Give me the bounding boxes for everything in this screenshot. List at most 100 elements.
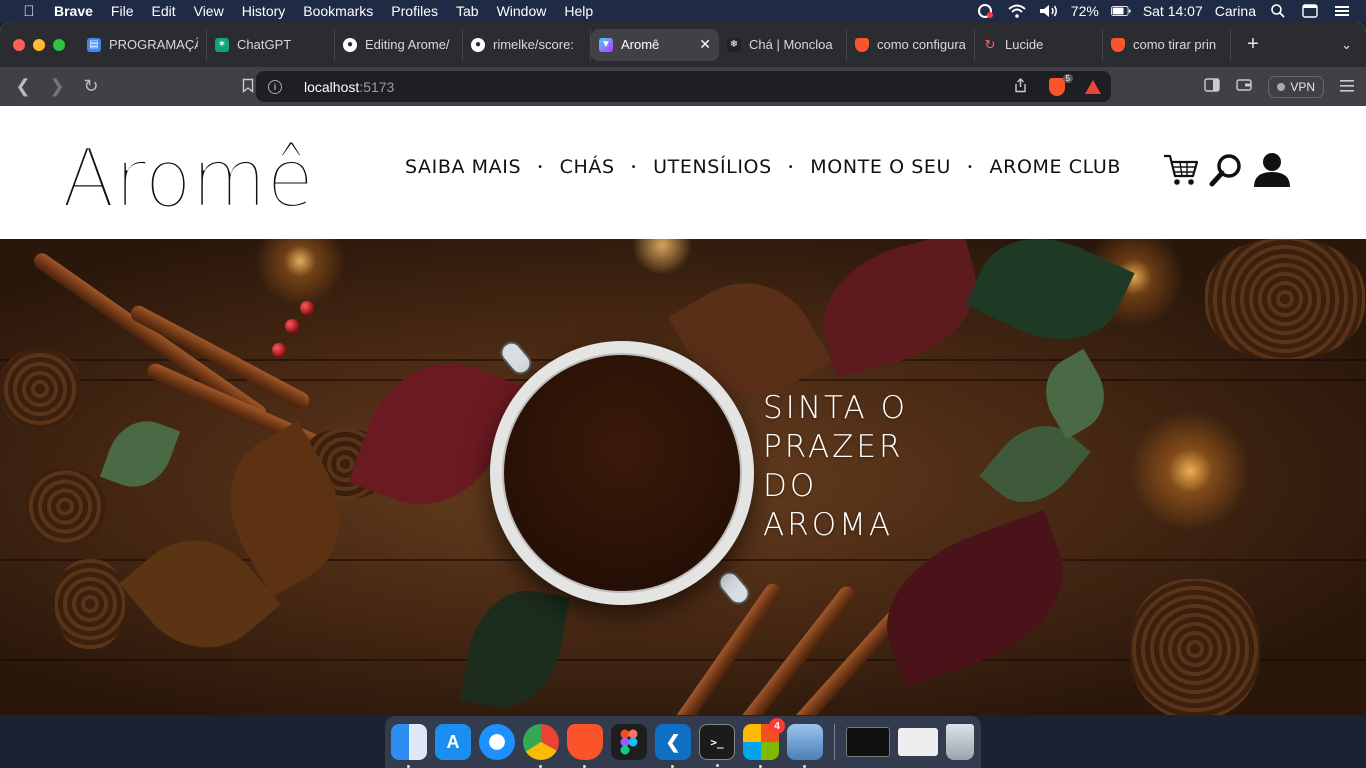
brave-icon[interactable]: [567, 724, 603, 768]
tab-title: Chá | Moncloa: [749, 37, 833, 52]
web-page: Aromê SAIBA MAIS • CHÁS • UTENSÍLIOS • M…: [0, 106, 1366, 715]
brave-rewards-icon[interactable]: [1085, 79, 1101, 94]
tab-editing-arome[interactable]: ● Editing Arome/: [335, 28, 463, 61]
tab-lucide[interactable]: ↻ Lucide: [975, 28, 1103, 61]
hero-line: DO: [763, 468, 818, 504]
share-icon[interactable]: [1014, 77, 1027, 96]
volume-icon[interactable]: [1039, 3, 1059, 19]
menu-view[interactable]: View: [194, 3, 224, 19]
finder-icon[interactable]: [391, 724, 427, 768]
menu-tab[interactable]: Tab: [456, 3, 479, 19]
chrome-icon[interactable]: [523, 724, 559, 768]
eucalyptus-leaf: [99, 410, 181, 498]
menu-app-name[interactable]: Brave: [54, 3, 93, 19]
tab-cha-moncloa[interactable]: ❄ Chá | Moncloa: [719, 28, 847, 61]
green-leaf: [965, 239, 1135, 364]
figma-icon[interactable]: [611, 724, 647, 760]
close-tab-icon[interactable]: ✕: [699, 36, 711, 53]
preview-icon[interactable]: [787, 724, 823, 768]
cup-handle: [496, 337, 536, 379]
sidebar-toggle-icon[interactable]: [1204, 78, 1221, 95]
user-account-icon[interactable]: [1253, 152, 1291, 188]
menu-file[interactable]: File: [111, 3, 134, 19]
nav-utensilios[interactable]: UTENSÍLIOS: [653, 156, 772, 178]
search-icon[interactable]: [1209, 153, 1243, 187]
trash-icon[interactable]: [946, 724, 974, 760]
close-window-button[interactable]: [13, 38, 25, 51]
github-icon: ●: [343, 37, 357, 52]
tab-title: PROGRAMAÇÃ: [109, 37, 198, 52]
menu-window[interactable]: Window: [497, 3, 547, 19]
tea-cup-image: [490, 341, 754, 605]
hero-banner: SINTA O PRAZER DO AROMA: [0, 239, 1366, 715]
site-info-icon[interactable]: i: [268, 79, 282, 94]
vscode-icon[interactable]: ❮: [655, 724, 691, 768]
maximize-window-button[interactable]: [53, 38, 65, 51]
url-host: localhost: [304, 78, 360, 95]
tab-como-tirar-print[interactable]: como tirar prin: [1103, 28, 1231, 61]
green-leaf: [460, 582, 570, 715]
berry: [300, 301, 314, 315]
nav-arome-club[interactable]: AROME CLUB: [990, 156, 1121, 178]
shopping-cart-icon[interactable]: [1163, 153, 1199, 187]
tab-chatgpt[interactable]: ✶ ChatGPT: [207, 28, 335, 61]
bookmark-icon[interactable]: [238, 78, 258, 96]
apple-icon[interactable]: : [18, 3, 40, 20]
macos-menu-bar:  Brave File Edit View History Bookmarks…: [0, 0, 1366, 22]
screenshot-window-icon[interactable]: [898, 728, 938, 756]
terminal-icon[interactable]: >_: [699, 724, 735, 767]
nav-monte-o-seu[interactable]: MONTE O SEU: [810, 156, 951, 178]
spotlight-search-icon[interactable]: [1268, 3, 1288, 19]
menubar-clock[interactable]: Sat 14:07: [1143, 3, 1203, 19]
nav-chas[interactable]: CHÁS: [560, 156, 615, 178]
address-bar[interactable]: i localhost:5173 5: [256, 71, 1111, 102]
tab-programacao[interactable]: ▤ PROGRAMAÇÃ: [79, 28, 207, 61]
forward-arrow-icon[interactable]: ❯: [40, 76, 74, 97]
app-store-icon[interactable]: A: [435, 724, 471, 760]
menubar-status-area: 72% Sat 14:07 Carina: [975, 0, 1366, 22]
tab-como-configura[interactable]: como configura: [847, 28, 975, 61]
hero-line: PRAZER: [763, 429, 904, 465]
tab-title: como configura: [877, 37, 966, 52]
macos-dock: A ❮ >_ 4: [385, 716, 981, 768]
minimize-window-button[interactable]: [33, 38, 45, 51]
creative-cloud-icon[interactable]: [975, 3, 995, 19]
control-center-icon[interactable]: [1332, 3, 1352, 19]
menu-icon[interactable]: [1340, 79, 1354, 95]
menu-history[interactable]: History: [242, 3, 286, 19]
logo-text: Aromê: [62, 136, 314, 212]
calendar-widget-icon[interactable]: [1300, 3, 1320, 19]
battery-icon[interactable]: [1110, 3, 1131, 19]
tea: [502, 353, 742, 593]
lucide-icon: ↻: [984, 36, 996, 52]
tab-rimelke-score[interactable]: ● rimelke/score:: [463, 28, 591, 61]
chevron-down-icon[interactable]: ⌄: [1341, 37, 1352, 53]
menu-profiles[interactable]: Profiles: [391, 3, 438, 19]
reload-icon[interactable]: ↻: [74, 76, 108, 97]
terminal-window-icon[interactable]: [846, 727, 890, 757]
pine-cone: [1130, 579, 1260, 715]
running-indicator: [716, 764, 719, 767]
vpn-button[interactable]: VPN: [1268, 75, 1324, 98]
tab-title: como tirar prin: [1133, 37, 1217, 52]
wifi-icon[interactable]: [1007, 3, 1027, 19]
menu-edit[interactable]: Edit: [151, 3, 175, 19]
dock-separator: [834, 724, 835, 760]
tab-strip: ▤ PROGRAMAÇÃ ✶ ChatGPT ● Editing Arome/ …: [0, 22, 1366, 67]
nav-saiba-mais[interactable]: SAIBA MAIS: [405, 156, 521, 178]
tab-arome-active[interactable]: ▼ Aromê ✕: [591, 28, 719, 61]
menu-bookmarks[interactable]: Bookmarks: [303, 3, 373, 19]
microsoft-office-icon[interactable]: 4: [743, 718, 785, 768]
arome-logo[interactable]: Aromê: [62, 136, 318, 212]
menu-help[interactable]: Help: [564, 3, 593, 19]
wallet-icon[interactable]: [1236, 78, 1253, 95]
safari-icon[interactable]: [479, 724, 515, 760]
browser-toolbar: ❮ ❯ ↻ i localhost:5173 5 VPN: [0, 67, 1366, 106]
new-tab-button[interactable]: +: [1241, 33, 1265, 56]
berry: [272, 343, 286, 357]
menubar-user[interactable]: Carina: [1215, 3, 1256, 19]
back-arrow-icon[interactable]: ❮: [6, 76, 40, 97]
pine-cone: [1205, 239, 1365, 359]
brave-search-icon: [1111, 37, 1125, 52]
hero-line: SINTA O: [763, 390, 908, 426]
